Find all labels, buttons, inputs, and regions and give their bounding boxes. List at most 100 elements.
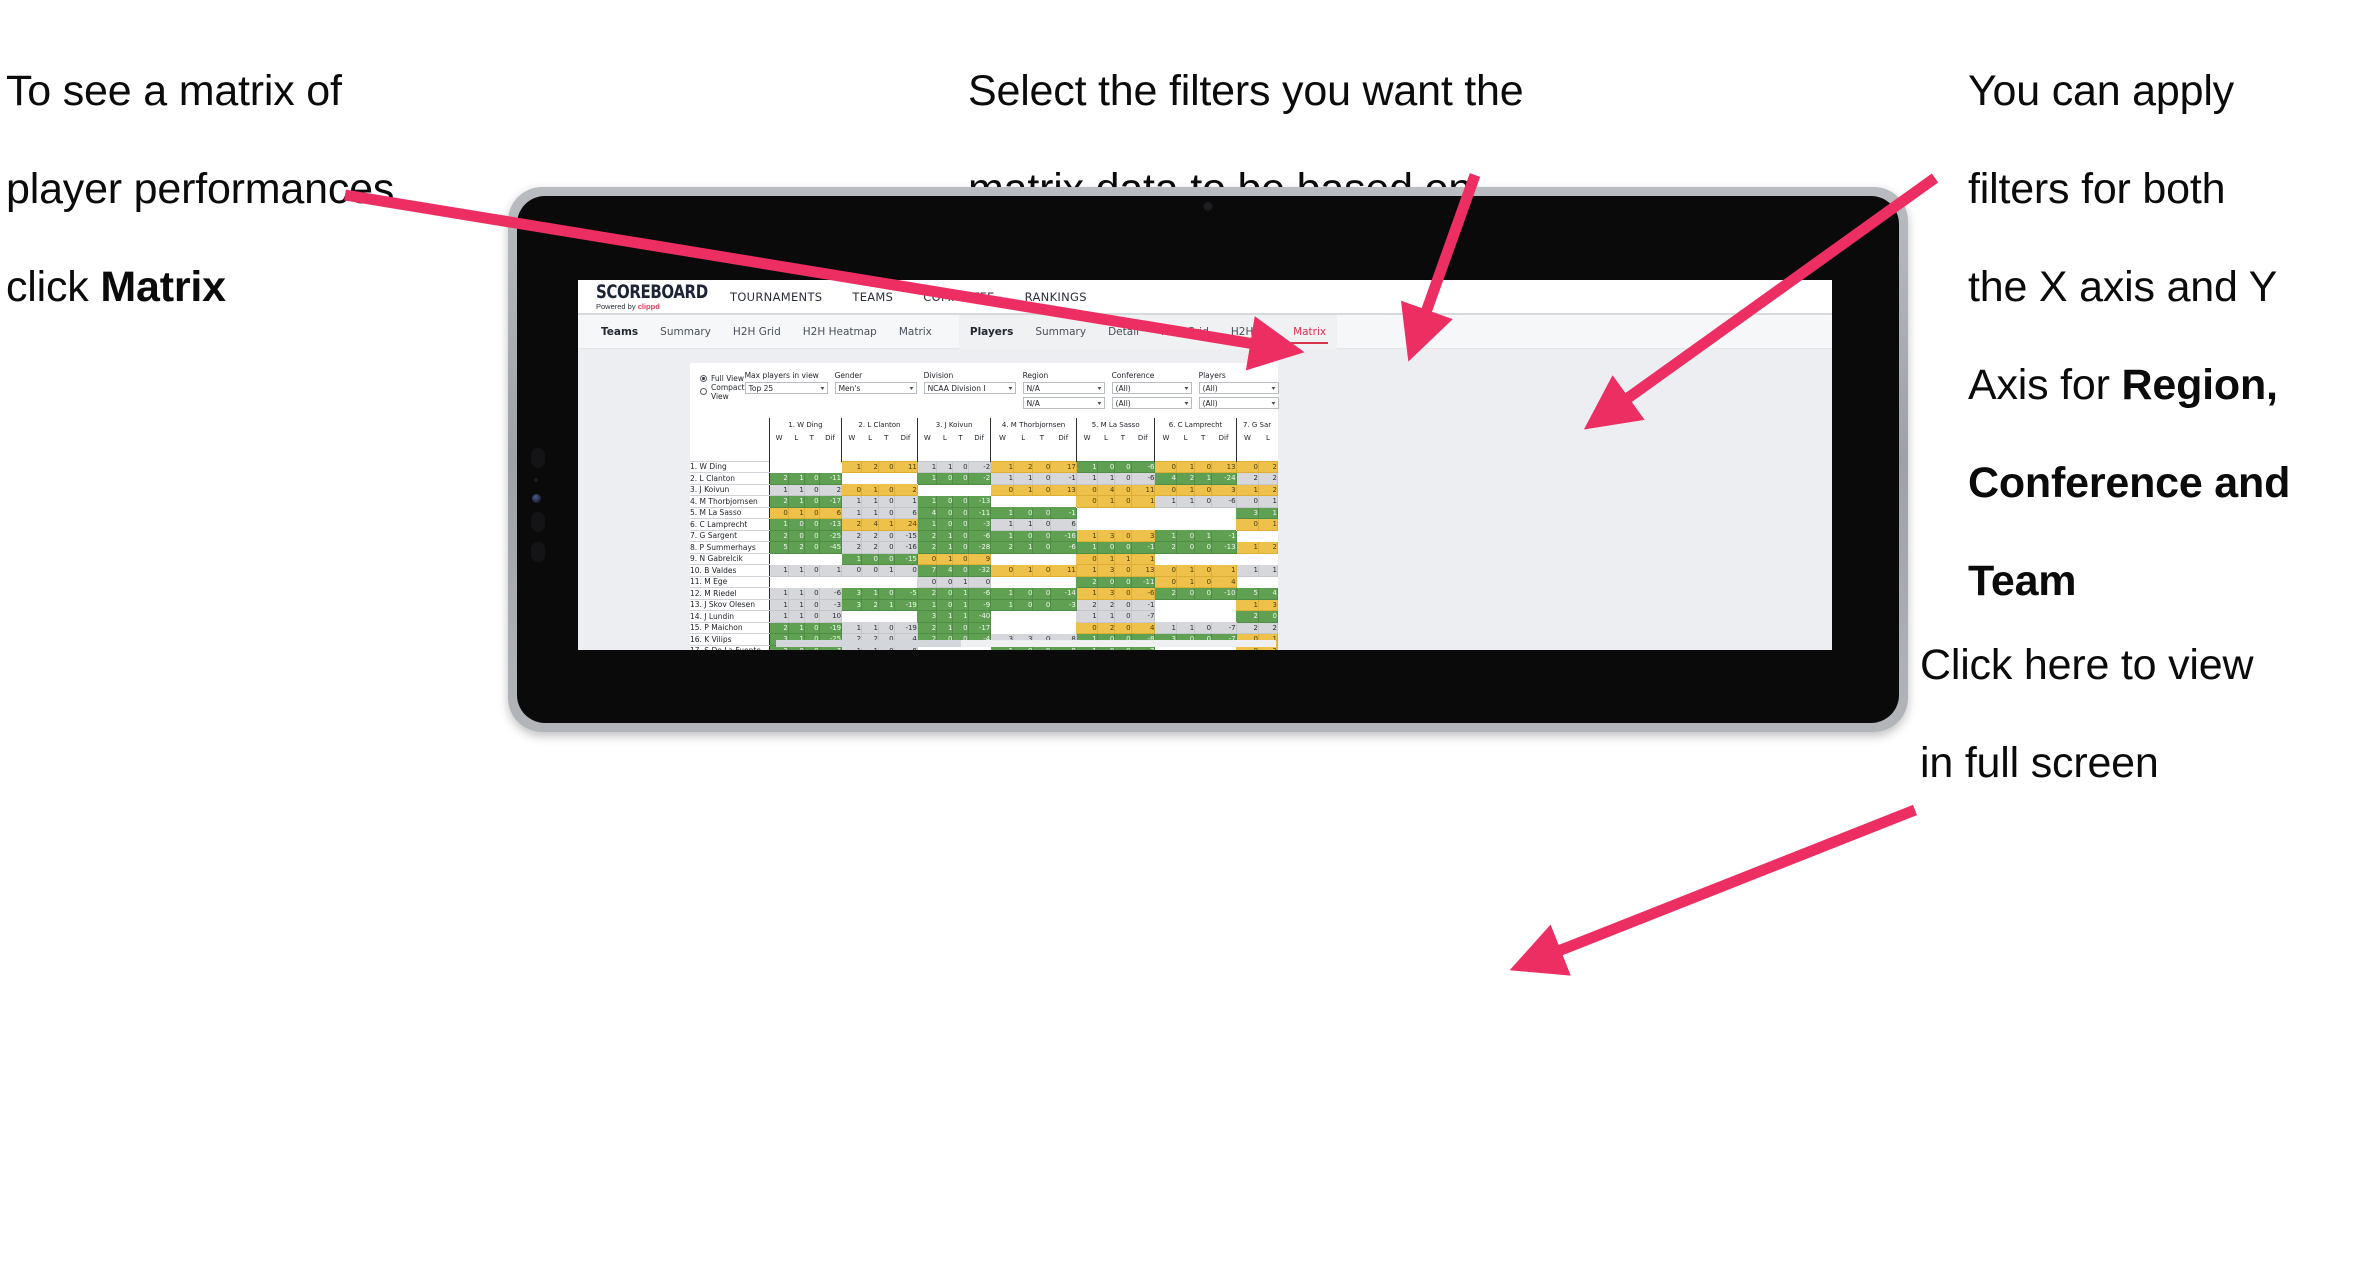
matrix-cell[interactable]: 1: [787, 506, 805, 519]
matrix-cell[interactable]: 0: [803, 621, 820, 634]
matrix-cell[interactable]: 2: [1075, 575, 1098, 588]
matrix-cell[interactable]: 6: [1050, 518, 1077, 531]
matrix-cell[interactable]: 0: [787, 529, 805, 542]
matrix-cell[interactable]: [1258, 576, 1278, 588]
matrix-cell[interactable]: 0: [1032, 483, 1052, 496]
matrix-cell[interactable]: 2: [1176, 472, 1196, 485]
nav-rankings[interactable]: RANKINGS: [1025, 290, 1087, 304]
matrix-table-wrapper[interactable]: 1. W Ding 2. L Clanton 3. J Koivun 4. M Tho…: [690, 418, 1279, 650]
matrix-cell[interactable]: 0: [1075, 621, 1098, 634]
matrix-cell[interactable]: 4: [1130, 621, 1156, 634]
matrix-cell[interactable]: -45: [818, 541, 843, 554]
matrix-cell[interactable]: [841, 472, 862, 484]
matrix-cell[interactable]: 2: [841, 518, 863, 531]
tab-players-detail[interactable]: Detail: [1097, 315, 1150, 349]
matrix-cell[interactable]: [1154, 518, 1177, 530]
matrix-cell[interactable]: -15: [893, 529, 918, 542]
matrix-cell[interactable]: [1211, 610, 1237, 622]
matrix-cell[interactable]: -6: [1130, 460, 1156, 473]
matrix-cell[interactable]: 6: [818, 506, 843, 519]
matrix-row[interactable]: 13. J Skov Olesen 1 1 0 -3 3 2 1 -19 1 0 1 -9 1 0 0 -3 2 2…: [690, 598, 1279, 611]
tab-teams-matrix[interactable]: Matrix: [888, 315, 943, 349]
matrix-cell[interactable]: 0: [1032, 518, 1052, 531]
matrix-cell[interactable]: 1: [768, 598, 789, 611]
matrix-cell[interactable]: 1: [1194, 529, 1213, 542]
tab-teams-h2h-grid[interactable]: H2H Grid: [722, 315, 792, 349]
matrix-cell[interactable]: 17: [1050, 460, 1077, 473]
tab-players-h2h-grid[interactable]: H2H Grid: [1150, 315, 1220, 349]
matrix-cell[interactable]: 0: [877, 621, 895, 634]
matrix-cell[interactable]: 0: [936, 506, 954, 519]
matrix-cell[interactable]: 1: [936, 529, 954, 542]
matrix-cell[interactable]: [894, 472, 918, 484]
matrix-cell[interactable]: 1: [990, 529, 1015, 542]
matrix-cell[interactable]: 1: [916, 460, 938, 473]
matrix-cell[interactable]: 0: [952, 518, 969, 531]
matrix-cell[interactable]: 1: [1194, 472, 1213, 485]
matrix-cell[interactable]: 10: [818, 610, 843, 623]
matrix-cell[interactable]: 1: [952, 610, 969, 623]
matrix-cell[interactable]: 1: [1075, 587, 1098, 600]
matrix-cell[interactable]: [916, 484, 937, 496]
matrix-cell[interactable]: 0: [1032, 460, 1052, 473]
matrix-cell[interactable]: 1: [818, 564, 843, 577]
matrix-cell[interactable]: 0: [1235, 460, 1259, 473]
matrix-cell[interactable]: 1: [893, 495, 918, 508]
matrix-cell[interactable]: [1194, 610, 1212, 622]
matrix-cell[interactable]: 3: [1130, 529, 1156, 542]
matrix-cell[interactable]: 11: [1050, 564, 1077, 577]
matrix-cell[interactable]: 1: [787, 598, 805, 611]
matrix-cell[interactable]: [1013, 495, 1033, 507]
matrix-cell[interactable]: [1154, 553, 1177, 565]
matrix-cell[interactable]: -15: [893, 552, 918, 565]
matrix-cell[interactable]: 13: [1130, 564, 1156, 577]
matrix-cell[interactable]: 1: [1096, 495, 1116, 508]
matrix-cell[interactable]: 0: [1194, 587, 1213, 600]
tab-players-h2h-heatmap[interactable]: H2H He: [1220, 315, 1282, 349]
matrix-cell[interactable]: 3: [1096, 529, 1116, 542]
matrix-cell[interactable]: 0: [1114, 483, 1132, 496]
matrix-cell[interactable]: [1114, 518, 1132, 530]
dropdown-conference-x[interactable]: (All) ▾: [1111, 382, 1192, 394]
matrix-cell[interactable]: 1: [1075, 541, 1098, 554]
matrix-cell[interactable]: 0: [1075, 552, 1098, 565]
matrix-cell[interactable]: [1211, 507, 1237, 519]
chevron-down-icon[interactable]: ▾: [1097, 385, 1101, 392]
matrix-cell[interactable]: 0: [952, 495, 969, 508]
matrix-cell[interactable]: 0: [877, 529, 895, 542]
matrix-cell[interactable]: [768, 576, 789, 588]
matrix-cell[interactable]: 3: [841, 587, 863, 600]
matrix-cell[interactable]: 1: [768, 518, 789, 531]
matrix-cell[interactable]: -3: [1050, 598, 1077, 611]
matrix-cell[interactable]: 0: [1114, 472, 1132, 485]
matrix-cell[interactable]: 1: [916, 598, 938, 611]
matrix-cell[interactable]: [1235, 553, 1259, 565]
matrix-cell[interactable]: 0: [1194, 495, 1213, 508]
matrix-cell[interactable]: 1: [1013, 564, 1034, 577]
matrix-cell[interactable]: 1: [1211, 564, 1237, 577]
matrix-cell[interactable]: 4: [1096, 483, 1116, 496]
tab-players-summary[interactable]: Summary: [1024, 315, 1097, 349]
tab-teams-summary[interactable]: Summary: [649, 315, 722, 349]
matrix-cell[interactable]: 1: [861, 587, 879, 600]
matrix-cell[interactable]: -13: [818, 518, 843, 531]
matrix-cell[interactable]: 0: [1194, 541, 1213, 554]
matrix-cell[interactable]: 1: [787, 483, 805, 496]
matrix-cell[interactable]: [1211, 553, 1237, 565]
matrix-cell[interactable]: [1176, 599, 1195, 611]
matrix-cell[interactable]: -1: [1130, 541, 1156, 554]
matrix-cell[interactable]: 0: [877, 587, 895, 600]
matrix-cell[interactable]: 1: [861, 621, 879, 634]
matrix-cell[interactable]: [1176, 553, 1195, 565]
matrix-cell[interactable]: 1: [787, 587, 805, 600]
matrix-cell[interactable]: 1: [841, 495, 863, 508]
matrix-cell[interactable]: 3: [1096, 564, 1116, 577]
dropdown-region-x[interactable]: N/A ▾: [1022, 382, 1105, 394]
matrix-cell[interactable]: [1032, 622, 1051, 634]
matrix-cell[interactable]: 0: [1235, 495, 1259, 508]
matrix-cell[interactable]: [1032, 553, 1051, 565]
matrix-cell[interactable]: 1: [841, 460, 863, 473]
matrix-cell[interactable]: 0: [1194, 483, 1213, 496]
matrix-cell[interactable]: 2: [768, 472, 789, 485]
matrix-cell[interactable]: 1: [936, 541, 954, 554]
